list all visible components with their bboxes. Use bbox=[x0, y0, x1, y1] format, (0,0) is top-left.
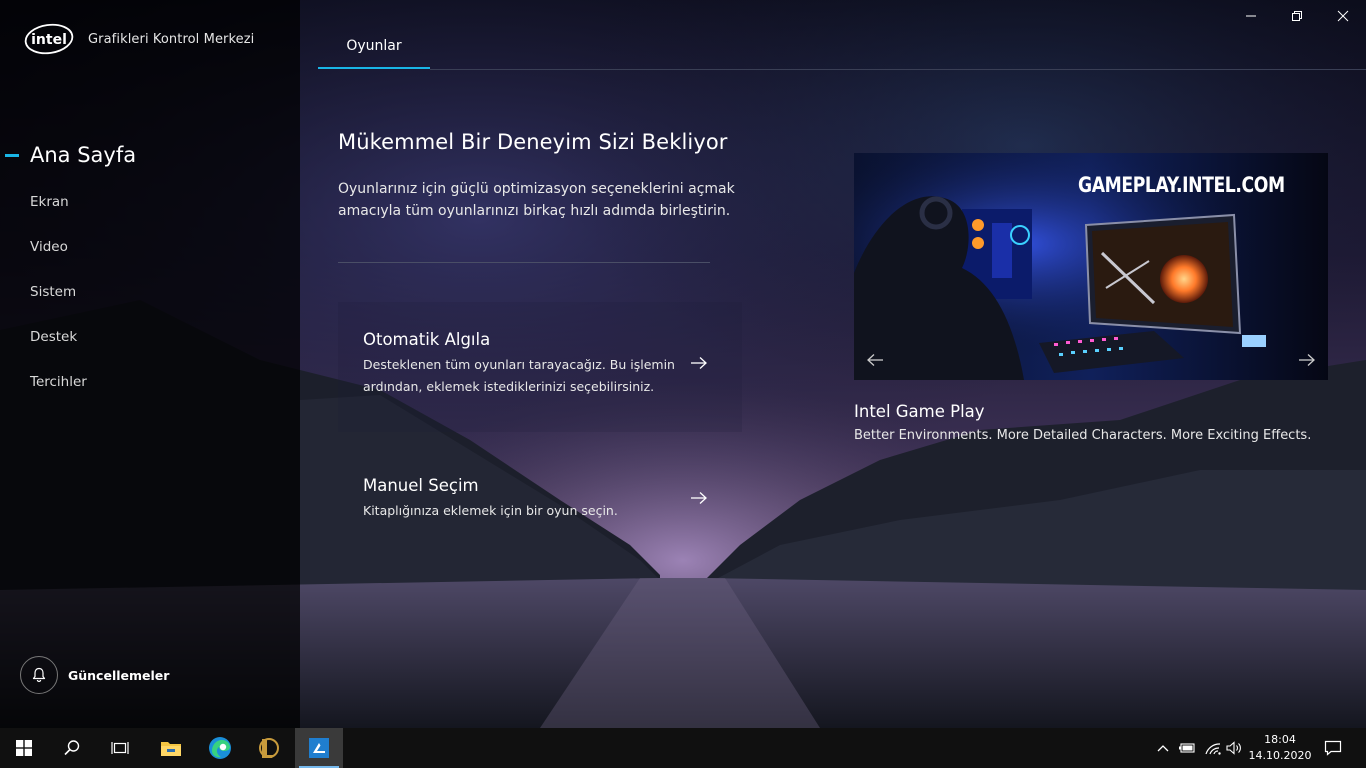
notification-icon bbox=[1324, 740, 1342, 756]
card-description: Kitaplığınıza eklemek için bir oyun seçi… bbox=[363, 503, 618, 518]
sidebar-item-tercihler[interactable]: Tercihler bbox=[0, 360, 300, 405]
promo-carousel: GAMEPLAY.INTEL.COM bbox=[854, 153, 1328, 380]
sidebar-item-ekran[interactable]: Ekran bbox=[0, 180, 300, 225]
edge-button[interactable] bbox=[196, 728, 244, 768]
arrow-right-icon[interactable] bbox=[1298, 353, 1316, 367]
volume-button[interactable] bbox=[1224, 728, 1244, 768]
active-indicator bbox=[5, 154, 19, 157]
show-hidden-icons-button[interactable] bbox=[1154, 728, 1172, 768]
volume-icon bbox=[1226, 741, 1241, 755]
active-tab-underline bbox=[318, 67, 430, 69]
hero-divider bbox=[338, 262, 710, 263]
tab-label: Oyunlar bbox=[346, 38, 402, 54]
intel-logo-icon: intel bbox=[24, 23, 74, 55]
arrow-right-icon bbox=[691, 492, 707, 504]
file-explorer-button[interactable] bbox=[147, 728, 195, 768]
search-button[interactable] bbox=[48, 728, 96, 768]
intel-graphics-taskbar-button[interactable] bbox=[295, 728, 343, 768]
sidebar-item-label: Ekran bbox=[30, 194, 69, 210]
restore-icon bbox=[1292, 11, 1302, 21]
bell-icon bbox=[20, 656, 58, 694]
battery-icon bbox=[1179, 743, 1195, 753]
sidebar-item-label: Destek bbox=[30, 329, 78, 345]
taskbar: 18:04 14.10.2020 bbox=[0, 728, 1366, 768]
chevron-up-icon bbox=[1157, 745, 1169, 752]
action-center-button[interactable] bbox=[1316, 728, 1350, 768]
sidebar-item-video[interactable]: Video bbox=[0, 225, 300, 270]
edge-icon bbox=[209, 737, 231, 759]
start-button[interactable] bbox=[0, 728, 48, 768]
wifi-icon bbox=[1205, 743, 1221, 755]
sidebar-nav: Ana Sayfa Ekran Video Sistem Destek Terc… bbox=[0, 130, 300, 405]
sidebar-item-destek[interactable]: Destek bbox=[0, 315, 300, 360]
task-view-button[interactable] bbox=[96, 728, 144, 768]
card-title: Manuel Seçim bbox=[363, 476, 479, 495]
updates-button[interactable]: Güncellemeler bbox=[20, 656, 169, 694]
sidebar-item-ana-sayfa[interactable]: Ana Sayfa bbox=[0, 130, 300, 180]
auto-detect-card[interactable]: Otomatik Algıla Desteklenen tüm oyunları… bbox=[338, 302, 742, 432]
clock-time: 18:04 bbox=[1264, 733, 1296, 746]
system-clock[interactable]: 18:04 14.10.2020 bbox=[1244, 728, 1316, 768]
promo-headline: GAMEPLAY.INTEL.COM bbox=[1078, 173, 1285, 197]
app-title: Grafikleri Kontrol Merkezi bbox=[88, 31, 255, 47]
top-tabs: Oyunlar bbox=[318, 0, 1366, 70]
intel-graphics-command-center-window: intel Grafikleri Kontrol Merkezi Ana Say… bbox=[0, 0, 1366, 728]
task-view-icon bbox=[111, 742, 129, 754]
league-of-legends-icon bbox=[259, 738, 279, 758]
card-title: Otomatik Algıla bbox=[363, 330, 491, 349]
brand: intel Grafikleri Kontrol Merkezi bbox=[24, 22, 254, 56]
tabs-divider bbox=[430, 69, 1366, 70]
sidebar-item-sistem[interactable]: Sistem bbox=[0, 270, 300, 315]
tab-oyunlar[interactable]: Oyunlar bbox=[318, 0, 430, 70]
sidebar: intel Grafikleri Kontrol Merkezi Ana Say… bbox=[0, 0, 300, 728]
intel-graphics-icon bbox=[309, 738, 329, 758]
arrow-left-icon[interactable] bbox=[866, 353, 884, 367]
file-explorer-icon bbox=[161, 742, 181, 756]
close-button[interactable] bbox=[1320, 0, 1366, 32]
clock-date: 14.10.2020 bbox=[1248, 749, 1312, 762]
restore-button[interactable] bbox=[1274, 0, 1320, 32]
minimize-icon bbox=[1246, 15, 1256, 17]
sidebar-item-label: Sistem bbox=[30, 284, 77, 300]
close-icon bbox=[1337, 10, 1349, 22]
promo-title: Intel Game Play bbox=[854, 402, 985, 421]
updates-label: Güncellemeler bbox=[68, 667, 170, 683]
sidebar-item-label: Tercihler bbox=[30, 374, 87, 390]
search-icon bbox=[64, 740, 80, 756]
arrow-right-icon bbox=[691, 357, 707, 369]
page-description: Oyunlarınız için güçlü optimizasyon seçe… bbox=[338, 181, 735, 219]
card-description: Desteklenen tüm oyunları tarayacağız. Bu… bbox=[363, 357, 675, 394]
league-of-legends-button[interactable] bbox=[244, 728, 292, 768]
page-title: Mükemmel Bir Deneyim Sizi Bekliyor bbox=[338, 130, 728, 154]
windows-start-icon bbox=[16, 740, 32, 756]
minimize-button[interactable] bbox=[1228, 0, 1274, 32]
sidebar-item-label: Video bbox=[30, 239, 68, 255]
wifi-button[interactable] bbox=[1202, 728, 1224, 768]
battery-button[interactable] bbox=[1176, 728, 1198, 768]
sidebar-item-label: Ana Sayfa bbox=[30, 143, 137, 167]
manual-selection-card[interactable]: Manuel Seçim Kitaplığınıza eklemek için … bbox=[338, 462, 742, 552]
promo-subtitle: Better Environments. More Detailed Chara… bbox=[854, 428, 1312, 443]
svg-text:intel: intel bbox=[31, 32, 67, 48]
